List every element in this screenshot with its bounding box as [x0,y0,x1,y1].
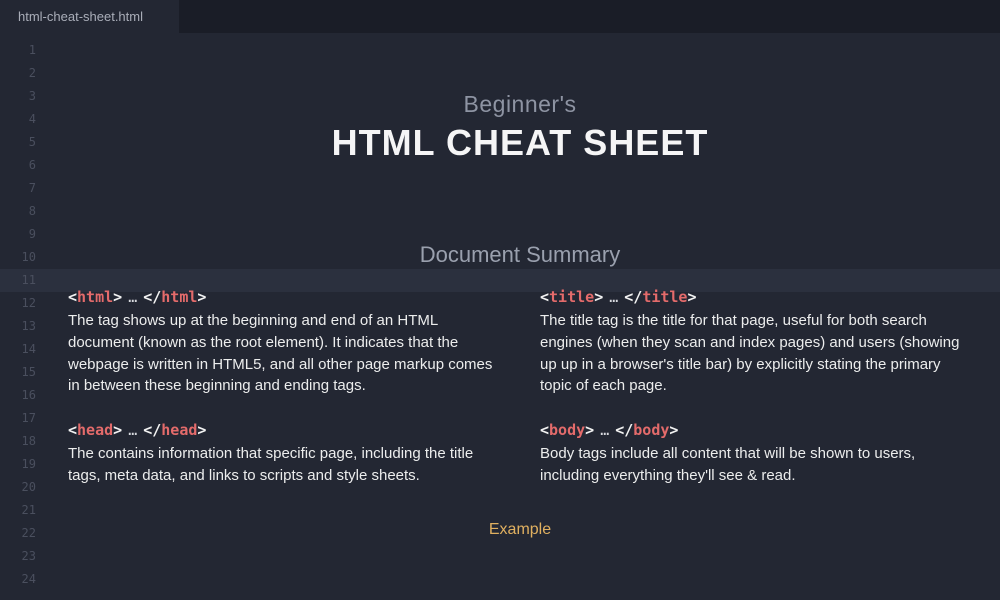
line-number: 21 [0,499,36,522]
tab-file[interactable]: html-cheat-sheet.html [0,0,180,33]
line-number: 4 [0,108,36,131]
line-number: 17 [0,407,36,430]
entries-grid: <html>…</html> The tag shows up at the b… [68,288,972,511]
line-number: 15 [0,361,36,384]
supertitle: Beginner's [68,91,972,118]
line-gutter: 123456789101112131415161718192021222324 [0,33,48,600]
tag-signature: <head>…</head> [68,421,500,439]
line-number: 7 [0,177,36,200]
line-number: 10 [0,246,36,269]
tab-filename: html-cheat-sheet.html [18,9,143,24]
tag-description: The contains information that specific p… [68,443,500,487]
line-number: 20 [0,476,36,499]
line-number: 9 [0,223,36,246]
editor-area[interactable]: Beginner's HTML CHEAT SHEET Document Sum… [48,33,1000,600]
page-title: HTML CHEAT SHEET [68,122,972,164]
tag-description: The tag shows up at the beginning and en… [68,310,500,397]
tag-signature: <title>…</title> [540,288,972,306]
line-number: 1 [0,39,36,62]
line-number: 6 [0,154,36,177]
line-number: 24 [0,568,36,591]
tag-entry: <head>…</head> The contains information … [68,421,500,487]
line-number: 3 [0,85,36,108]
line-number: 13 [0,315,36,338]
tag-description: The title tag is the title for that page… [540,310,972,397]
tag-signature: <html>…</html> [68,288,500,306]
tag-description: Body tags include all content that will … [540,443,972,487]
line-number: 12 [0,292,36,315]
tag-entry: <body>…</body> Body tags include all con… [540,421,972,487]
line-number: 8 [0,200,36,223]
tag-entry: <html>…</html> The tag shows up at the b… [68,288,500,397]
line-number: 11 [0,269,36,292]
line-number: 23 [0,545,36,568]
line-number: 16 [0,384,36,407]
line-number: 19 [0,453,36,476]
line-number: 22 [0,522,36,545]
section-heading: Document Summary [68,243,972,266]
line-number: 2 [0,62,36,85]
tag-entry: <title>…</title> The title tag is the ti… [540,288,972,397]
line-number: 5 [0,131,36,154]
line-number: 18 [0,430,36,453]
line-number: 14 [0,338,36,361]
tab-bar: html-cheat-sheet.html [0,0,1000,33]
tag-signature: <body>…</body> [540,421,972,439]
example-label: Example [68,521,972,539]
